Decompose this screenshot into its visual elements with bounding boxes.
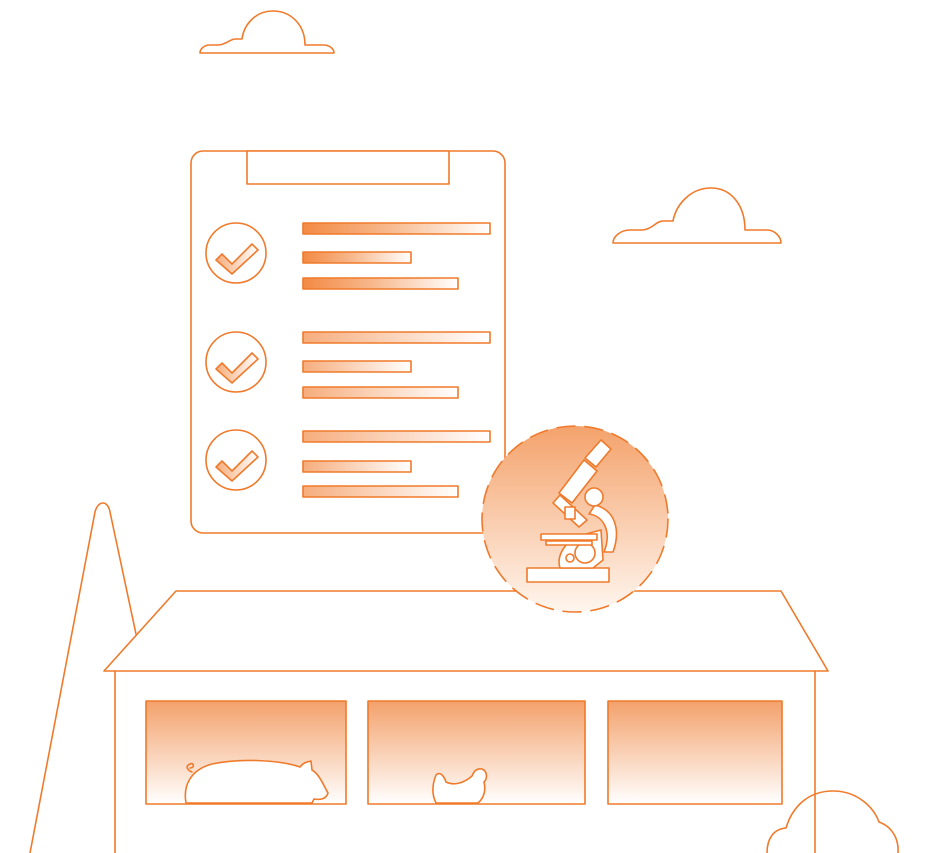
clipboard-icon — [190, 150, 506, 534]
cloud-icon — [766, 790, 899, 853]
cloud-icon — [199, 10, 335, 54]
pig-icon — [184, 759, 329, 804]
barn-icon — [103, 590, 829, 853]
cloud-icon — [612, 187, 782, 244]
microscope-badge — [481, 425, 669, 613]
farm-inspection-illustration — [29, 10, 899, 853]
silo-icon — [29, 502, 137, 853]
barn-window — [607, 700, 783, 805]
